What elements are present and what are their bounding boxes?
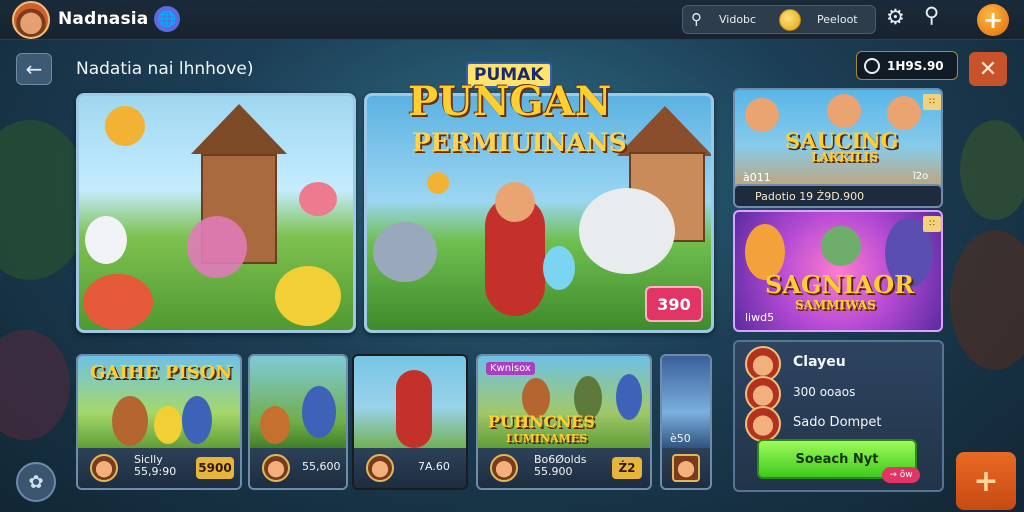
- coin-icon: [779, 9, 801, 31]
- coin-label: Peeloot: [817, 13, 858, 26]
- game-tile[interactable]: 7A.60: [352, 354, 468, 490]
- plus-icon: +: [973, 463, 999, 499]
- avatar: [745, 406, 781, 442]
- search-input[interactable]: Vidobc: [719, 13, 756, 26]
- game-tile[interactable]: GAIHE PISON Siclly 55,9:90 5900: [76, 354, 242, 490]
- featured-card-left[interactable]: [76, 93, 356, 333]
- user-avatar[interactable]: [12, 1, 50, 39]
- tile-text: 55,600: [302, 460, 341, 473]
- coin-decoration: [105, 106, 145, 146]
- game-subtitle: LAKKILIS: [811, 150, 878, 164]
- tile-title: GAIHE PISON: [90, 362, 232, 383]
- badge-icon: ∷: [923, 94, 941, 110]
- tile-price[interactable]: 5900: [196, 457, 234, 479]
- balance-display: 1H9S.90: [856, 51, 958, 80]
- top-bar: Nadnasia 🌐 ⚲ Vidobc Peeloot ⚙ ⚲ +: [0, 0, 1024, 40]
- character-illustration: [302, 386, 336, 438]
- gear-icon[interactable]: ⚙: [886, 5, 905, 29]
- character-illustration: [821, 226, 861, 266]
- creature-illustration: [85, 216, 127, 264]
- background-foliage: [950, 230, 1024, 370]
- arrow-left-icon: ←: [25, 57, 43, 81]
- hero-character: [396, 370, 432, 448]
- tile-footer: Siclly 55,9:90 5900: [78, 448, 240, 488]
- character-illustration: [182, 396, 212, 444]
- close-button[interactable]: ✕: [969, 52, 1007, 86]
- globe-icon[interactable]: 🌐: [154, 6, 180, 32]
- game-footer: liwd5: [745, 311, 775, 324]
- section-title: Nadatia nai lhnhove): [76, 59, 254, 79]
- tile-title: PUHNCNES: [488, 412, 595, 431]
- game-number: à011: [743, 171, 771, 184]
- avatar: [262, 454, 290, 482]
- leaf-icon: ✿: [28, 471, 44, 493]
- character-illustration: [887, 96, 921, 130]
- background-foliage: [960, 120, 1024, 220]
- avatar: [90, 454, 118, 482]
- plus-icon[interactable]: +: [977, 4, 1009, 36]
- tile-footer: 7A.60: [354, 448, 466, 488]
- promo-title: PUNGAN: [408, 78, 612, 125]
- tile-text: 7A.60: [418, 460, 450, 473]
- balance-value: 1H9S.90: [887, 59, 944, 73]
- character-illustration: [260, 406, 290, 444]
- gem-decoration: [543, 246, 575, 290]
- character-illustration: [827, 94, 861, 128]
- clock-icon: [864, 58, 880, 74]
- panel-row: Sado Dompet: [793, 415, 882, 430]
- game-card-sagniaor[interactable]: SAGNIAOR SAMMIWAS ∷ liwd5: [733, 210, 943, 332]
- shield-decoration: [187, 216, 247, 278]
- tile-text: Siclly 55,9:90: [134, 453, 177, 478]
- avatar: [490, 454, 518, 482]
- game-note: î2o: [913, 171, 929, 182]
- back-button[interactable]: ←: [16, 53, 52, 85]
- tile-footer: 55,600: [250, 448, 346, 488]
- game-tile[interactable]: Kwnisox PUHNCNES LUMINAMES Bo6Øolds 55.9…: [476, 354, 652, 490]
- price-tag[interactable]: 390: [645, 286, 703, 322]
- game-tile[interactable]: è50: [660, 354, 712, 490]
- avatar: [366, 454, 394, 482]
- tile-text: Bo6Øolds 55.900: [534, 453, 587, 478]
- creature-illustration: [83, 274, 153, 330]
- game-card-saucing-strip: Padotio 19 Ż9D.900: [733, 184, 943, 208]
- creature-illustration: [275, 266, 341, 326]
- app-title: Nadnasia: [58, 9, 149, 29]
- tile-price[interactable]: Ż2: [612, 457, 642, 479]
- promo-subtitle: PERMIUINANS: [412, 128, 627, 157]
- game-title: SAGNIAOR: [765, 270, 915, 299]
- friends-panel: Clayeu 300 ooaos Sado Dompet Soeach Nyt …: [733, 340, 944, 492]
- character-illustration: [154, 406, 182, 444]
- game-stats: Padotio 19 Ż9D.900: [755, 190, 865, 203]
- house-roof: [191, 104, 287, 154]
- wolf-creature: [579, 188, 675, 274]
- tile-subtitle: LUMINAMES: [506, 432, 588, 445]
- wolf-creature: [373, 222, 437, 282]
- game-subtitle: SAMMIWAS: [795, 298, 876, 312]
- game-tile[interactable]: 55,600: [248, 354, 348, 490]
- tile-label: Kwnisox: [486, 362, 535, 375]
- house-roof: [617, 106, 711, 156]
- background-foliage: [0, 330, 70, 440]
- search-icon[interactable]: ⚲: [924, 3, 939, 27]
- button-tag: → ôw: [882, 467, 920, 483]
- tile-footer: Bo6Øolds 55.900 Ż2: [478, 448, 650, 488]
- character-illustration: [745, 98, 779, 132]
- tile-footer: [662, 448, 710, 488]
- search-icon: ⚲: [691, 10, 702, 28]
- tile-text: è50: [670, 432, 691, 445]
- character-illustration: [112, 396, 148, 446]
- menu-button[interactable]: ✿: [16, 462, 56, 502]
- badge-icon: ∷: [923, 216, 941, 232]
- search-bar[interactable]: ⚲ Vidobc Peeloot: [682, 5, 876, 34]
- add-button[interactable]: +: [956, 452, 1016, 510]
- character-illustration: [616, 374, 642, 420]
- creature-illustration: [299, 182, 337, 216]
- hero-head: [495, 182, 535, 222]
- panel-heading: Clayeu: [793, 354, 846, 370]
- panel-row: 300 ooaos: [793, 385, 856, 399]
- close-icon: ✕: [978, 56, 998, 82]
- avatar: [672, 454, 700, 482]
- coin-decoration: [427, 172, 449, 194]
